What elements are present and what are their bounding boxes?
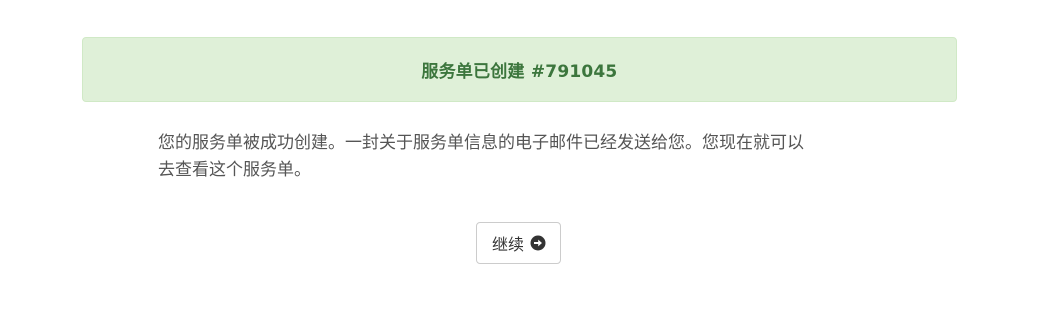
- alert-title: 服务单已创建 #791045: [421, 62, 618, 82]
- message-line-1: 您的服务单被成功创建。一封关于服务单信息的电子邮件已经发送给您。您现在就可以: [158, 133, 804, 153]
- success-alert: 服务单已创建 #791045: [82, 37, 957, 102]
- message-line-2: 去查看这个服务单。: [158, 160, 311, 180]
- arrow-circle-right-icon: [530, 235, 546, 251]
- continue-button-label: 继续: [492, 235, 525, 254]
- confirmation-message: 您的服务单被成功创建。一封关于服务单信息的电子邮件已经发送给您。您现在就可以 去…: [158, 130, 898, 184]
- page: 服务单已创建 #791045 您的服务单被成功创建。一封关于服务单信息的电子邮件…: [0, 0, 1057, 327]
- continue-button[interactable]: 继续: [476, 222, 562, 264]
